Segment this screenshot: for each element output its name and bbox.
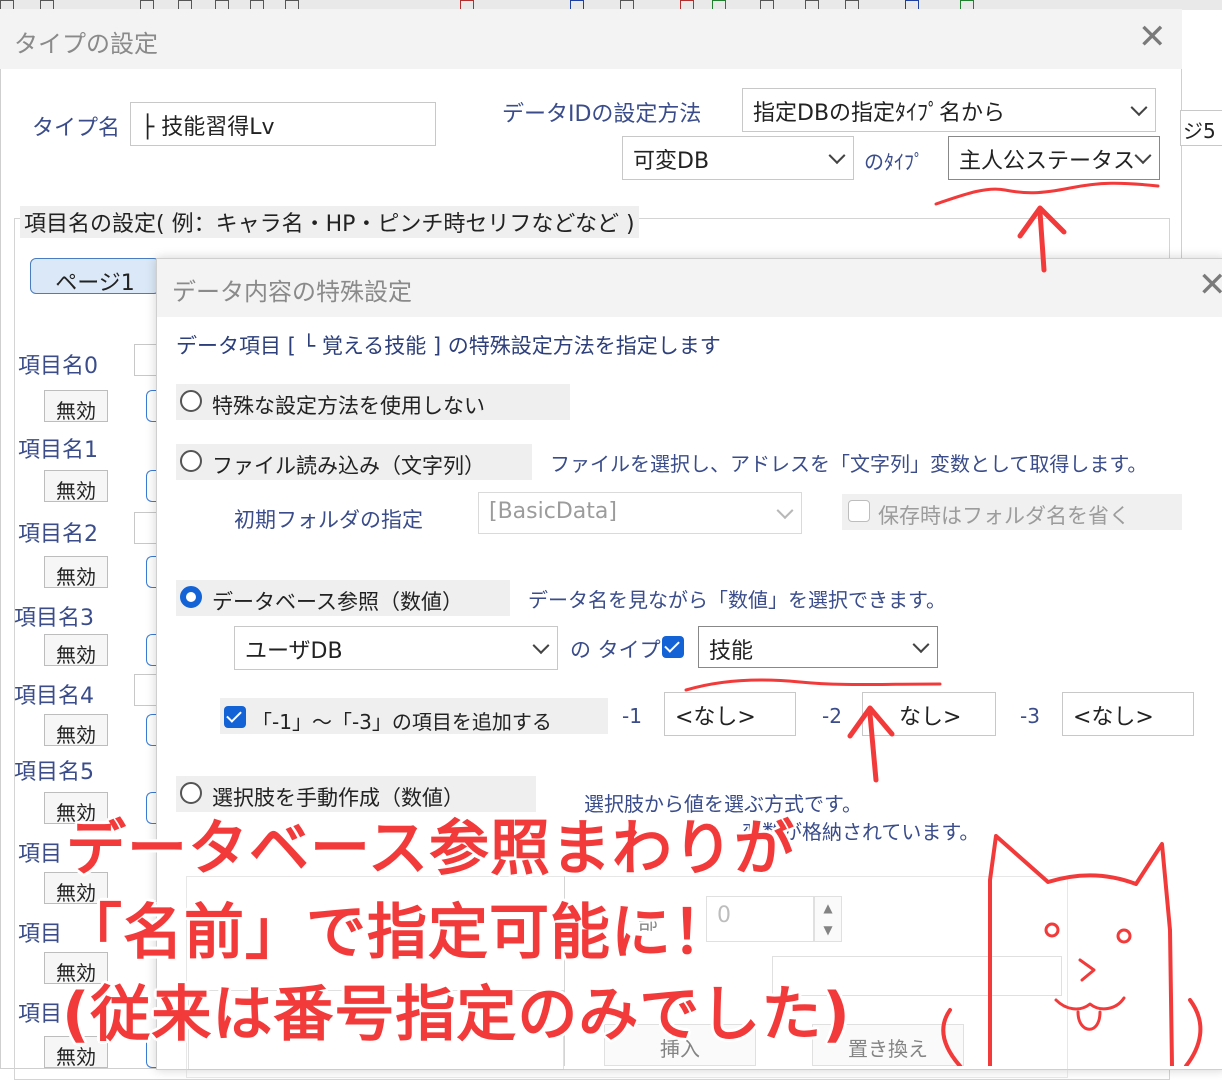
cat-mouth (1054, 996, 1126, 1011)
caption-line-2: 「名前」で指定可能に！ (62, 898, 733, 968)
cat-eye-left (1044, 922, 1060, 938)
underline-squiggle-mid (684, 678, 942, 692)
caption-line-3: (従来は番号指定のみでした) (62, 980, 851, 1050)
cat-paw-right (1184, 998, 1203, 1066)
cat-tongue (1076, 1010, 1102, 1031)
cat-paw-left (941, 1008, 962, 1066)
cat-doodle (988, 834, 1174, 1066)
caption-line-1: データベース参照まわりが (66, 814, 795, 884)
arrow-shaft-top (1037, 209, 1047, 273)
cat-eye-right (1116, 928, 1132, 944)
cat-nose (1078, 958, 1096, 982)
arrow-shaft-mid (867, 711, 879, 783)
underline-squiggle-top (934, 181, 1160, 206)
